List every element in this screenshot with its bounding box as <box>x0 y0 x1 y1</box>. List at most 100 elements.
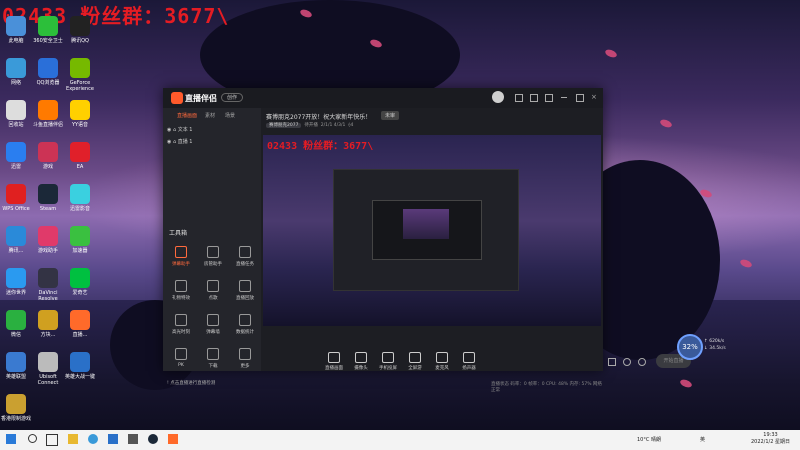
steam-icon[interactable] <box>148 434 158 444</box>
tool-label: 礼物特效 <box>172 296 190 301</box>
network-speed-gauge[interactable]: 32% <box>677 334 703 360</box>
desktop-icon-label: 腾讯QQ <box>71 38 89 44</box>
upload-speed: 620k/s <box>709 339 725 344</box>
desktop-icon[interactable]: GeForce Experience <box>61 58 99 92</box>
stream-title[interactable]: 赛博朋克2077开放！祝大家新年快乐！ <box>266 112 371 121</box>
tool-item[interactable]: 礼物特效 <box>167 280 195 301</box>
preview-overlay-text: 02433 粉丝群：3677\ <box>267 141 374 152</box>
tool-item[interactable]: 更多 <box>231 348 259 369</box>
tool-item[interactable]: 高光时刻 <box>167 314 195 335</box>
tool-label: 直播回放 <box>236 296 254 301</box>
settings-icon[interactable] <box>530 94 538 102</box>
tool-item[interactable]: 数据统计 <box>231 314 259 335</box>
tool-item[interactable]: 弹幕墙 <box>199 314 227 335</box>
tools-heading: 工具箱 <box>169 230 188 237</box>
tool-item[interactable]: 直播回放 <box>231 280 259 301</box>
desktop-icon[interactable]: 香港限制游戏 <box>0 394 35 422</box>
close-icon[interactable]: × <box>591 94 597 101</box>
title-bar[interactable]: 直播伴侣 创作 × <box>163 88 603 108</box>
tool-item[interactable]: PK <box>167 348 195 368</box>
download-speed: 34.5k/s <box>709 346 726 351</box>
tool-item[interactable]: 点歌 <box>199 280 227 301</box>
weather-text[interactable]: 10°C 晴朗 <box>637 436 661 443</box>
taskbar: 10°C 晴朗 英 19:33 2022/1/2 星期日 <box>0 430 800 450</box>
browser-icon[interactable] <box>88 434 98 444</box>
app-icon <box>6 226 26 246</box>
tool-label: 弹幕助手 <box>172 262 190 267</box>
minimize-icon[interactable] <box>561 94 567 98</box>
tool-icon <box>207 246 219 258</box>
desktop-icon[interactable]: EA <box>61 142 99 170</box>
app-icon <box>38 226 58 246</box>
source-item[interactable]: ◉ ⌂ 直播 1 <box>167 138 193 145</box>
language-indicator[interactable]: 英 <box>700 436 705 443</box>
app-icon <box>70 58 90 78</box>
app-icon <box>38 100 58 120</box>
desktop-icon[interactable]: 直播... <box>61 310 99 338</box>
settings-icon[interactable] <box>638 358 646 366</box>
eye-icon[interactable] <box>623 358 631 366</box>
desktop-icon[interactable]: YY语音 <box>61 100 99 128</box>
app-icon <box>6 352 26 372</box>
tool-item[interactable]: 下载 <box>199 348 227 369</box>
clock[interactable]: 19:33 2022/1/2 星期日 <box>751 432 790 446</box>
control-button[interactable]: 麦克风 <box>429 352 455 371</box>
desktop-icon[interactable]: 迅雷影音 <box>61 184 99 212</box>
category-tag[interactable]: 赛博朋克2077 <box>266 123 302 128</box>
tab-scenes[interactable]: 场景 <box>225 112 235 119</box>
desktop-icon[interactable]: 英雄大战一键 <box>61 352 99 380</box>
windows-start-icon[interactable] <box>6 434 16 444</box>
control-button[interactable]: 摄像头 <box>348 352 374 371</box>
avatar[interactable] <box>492 91 504 103</box>
store-icon[interactable] <box>108 434 118 444</box>
streaming-app-taskbar-icon[interactable] <box>168 434 178 444</box>
main-panel: 赛博朋克2077开放！祝大家新年快乐！ 未审 赛博朋克2077 待开播 2/1/… <box>261 108 691 393</box>
desktop-icon[interactable]: 腾讯QQ <box>61 16 99 44</box>
app-icon <box>38 184 58 204</box>
desktop-icon-label: 加速器 <box>72 248 88 254</box>
app-icon <box>70 310 90 330</box>
control-button[interactable]: 直播画面 <box>321 352 347 371</box>
control-button[interactable]: 手机投屏 <box>375 352 401 371</box>
tool-item[interactable]: 房管助手 <box>199 246 227 267</box>
search-icon[interactable] <box>28 434 37 443</box>
app-icon <box>6 16 26 36</box>
desktop-icon[interactable]: 加速器 <box>61 226 99 254</box>
tab-scene[interactable]: 直播画面 <box>177 112 197 119</box>
control-button[interactable]: 全屏游 <box>402 352 428 371</box>
feedback-icon[interactable] <box>545 94 553 102</box>
file-explorer-icon[interactable] <box>68 434 78 444</box>
tool-label: 房管助手 <box>204 262 222 267</box>
app-window: 直播伴侣 创作 × 直播画面 素材 场景 ◉ ⌂ 文本 1 ◉ ⌂ 直播 1 工… <box>163 88 691 393</box>
moderation-badge: 未审 <box>381 111 400 120</box>
nested-window-preview <box>333 169 519 291</box>
mode-pill[interactable]: 创作 <box>221 93 244 102</box>
control-icon <box>436 352 448 363</box>
tool-item[interactable]: 直播任务 <box>231 246 259 267</box>
app-icon <box>70 268 90 288</box>
tool-label: 数据统计 <box>236 330 254 335</box>
app-icon <box>38 268 58 288</box>
source-item[interactable]: ◉ ⌂ 文本 1 <box>167 126 193 133</box>
app-icon <box>6 184 26 204</box>
task-view-icon[interactable] <box>46 434 58 446</box>
clock-time: 19:33 <box>763 432 778 438</box>
desktop-icon[interactable]: 爱奇艺 <box>61 268 99 296</box>
tool-icon <box>239 314 251 326</box>
tab-materials[interactable]: 素材 <box>205 112 215 119</box>
record-icon[interactable] <box>608 358 616 366</box>
menu-icon[interactable] <box>515 94 523 102</box>
maximize-icon[interactable] <box>576 94 584 102</box>
app-icon <box>6 100 26 120</box>
tool-icon <box>175 348 187 360</box>
desktop-icon-label: 迅雷影音 <box>69 206 90 212</box>
live-preview[interactable]: 02433 粉丝群：3677\ <box>263 135 601 326</box>
control-button[interactable]: 扬声器 <box>456 352 482 371</box>
nested-window-preview-3 <box>403 209 449 239</box>
app-icon[interactable] <box>128 434 138 444</box>
tool-label: 弹幕墙 <box>206 330 220 335</box>
control-icon <box>409 352 421 363</box>
tool-item[interactable]: 弹幕助手 <box>167 246 195 267</box>
stream-status: 待开播 <box>304 123 318 128</box>
desktop-icon-label: EA <box>76 164 84 170</box>
